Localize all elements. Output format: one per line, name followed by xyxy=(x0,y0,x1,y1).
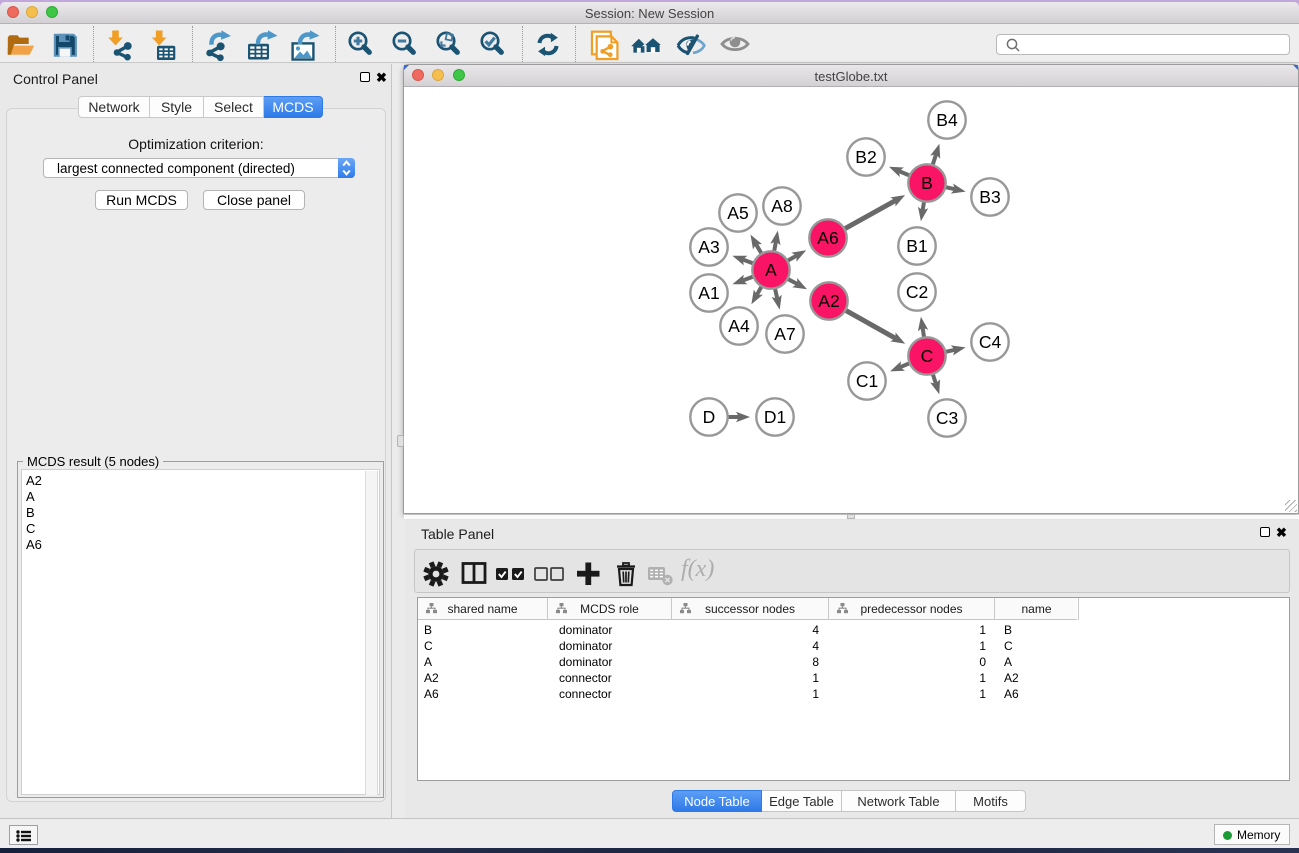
svg-text:A8: A8 xyxy=(771,196,792,216)
svg-text:A7: A7 xyxy=(774,324,795,344)
svg-text:B1: B1 xyxy=(906,236,927,256)
svg-text:A2: A2 xyxy=(818,291,839,311)
svg-text:A6: A6 xyxy=(817,228,838,248)
svg-text:C3: C3 xyxy=(936,408,958,428)
svg-text:B3: B3 xyxy=(979,187,1000,207)
svg-text:C4: C4 xyxy=(979,332,1002,352)
svg-text:B4: B4 xyxy=(936,110,958,130)
svg-text:A4: A4 xyxy=(728,316,750,336)
svg-text:B: B xyxy=(921,173,933,193)
svg-text:D: D xyxy=(703,407,716,427)
svg-text:A5: A5 xyxy=(727,203,748,223)
svg-text:A1: A1 xyxy=(698,283,719,303)
svg-text:D1: D1 xyxy=(764,407,786,427)
svg-text:B2: B2 xyxy=(855,147,876,167)
svg-text:C1: C1 xyxy=(856,371,878,391)
svg-text:C: C xyxy=(921,346,934,366)
svg-text:A3: A3 xyxy=(698,237,719,257)
svg-text:C2: C2 xyxy=(906,282,928,302)
svg-text:A: A xyxy=(765,260,777,280)
